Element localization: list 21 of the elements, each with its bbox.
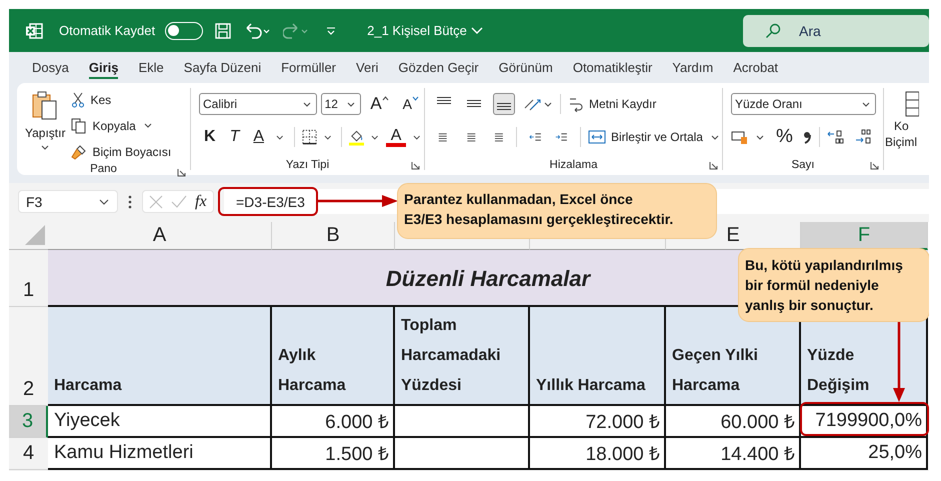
sheet-title: Düzenli Harcamalar bbox=[386, 266, 590, 292]
group-label: Yazı Tipi bbox=[286, 159, 330, 171]
group-label: Sayı bbox=[791, 159, 814, 171]
group-label: Hizalama bbox=[550, 159, 598, 171]
callout-tooltip: Parantez kullanmadan, Excel önce E3/E3 hesaplamasını gerçekleştirecektir. bbox=[397, 183, 717, 239]
table-cell: 14.400 ₺ bbox=[666, 438, 801, 470]
table-cell: 6.000 ₺ bbox=[272, 406, 395, 438]
table-cell: Yiyecek bbox=[48, 406, 272, 438]
table-cell: 72.000 ₺ bbox=[530, 406, 666, 438]
table-header-cell: Yıllık Harcama bbox=[530, 307, 666, 406]
autosave-label: Otomatik Kaydet bbox=[59, 23, 156, 38]
table-cell: 1.500 ₺ bbox=[272, 438, 395, 470]
table-cell: Kamu Hizmetleri bbox=[48, 438, 272, 470]
table-header-cell: Harcama bbox=[48, 307, 272, 406]
table-header-cell: Toplam Harcamadaki Yüzdesi bbox=[395, 307, 530, 406]
table-cell: 7199900,0% bbox=[801, 406, 928, 438]
table-cell: 18.000 ₺ bbox=[530, 438, 666, 470]
table-cell: 60.000 ₺ bbox=[666, 406, 801, 438]
table-header-cell: Aylık Harcama bbox=[272, 307, 395, 406]
group-label: Pano bbox=[90, 162, 117, 174]
table-cell: 25,0% bbox=[801, 438, 928, 470]
